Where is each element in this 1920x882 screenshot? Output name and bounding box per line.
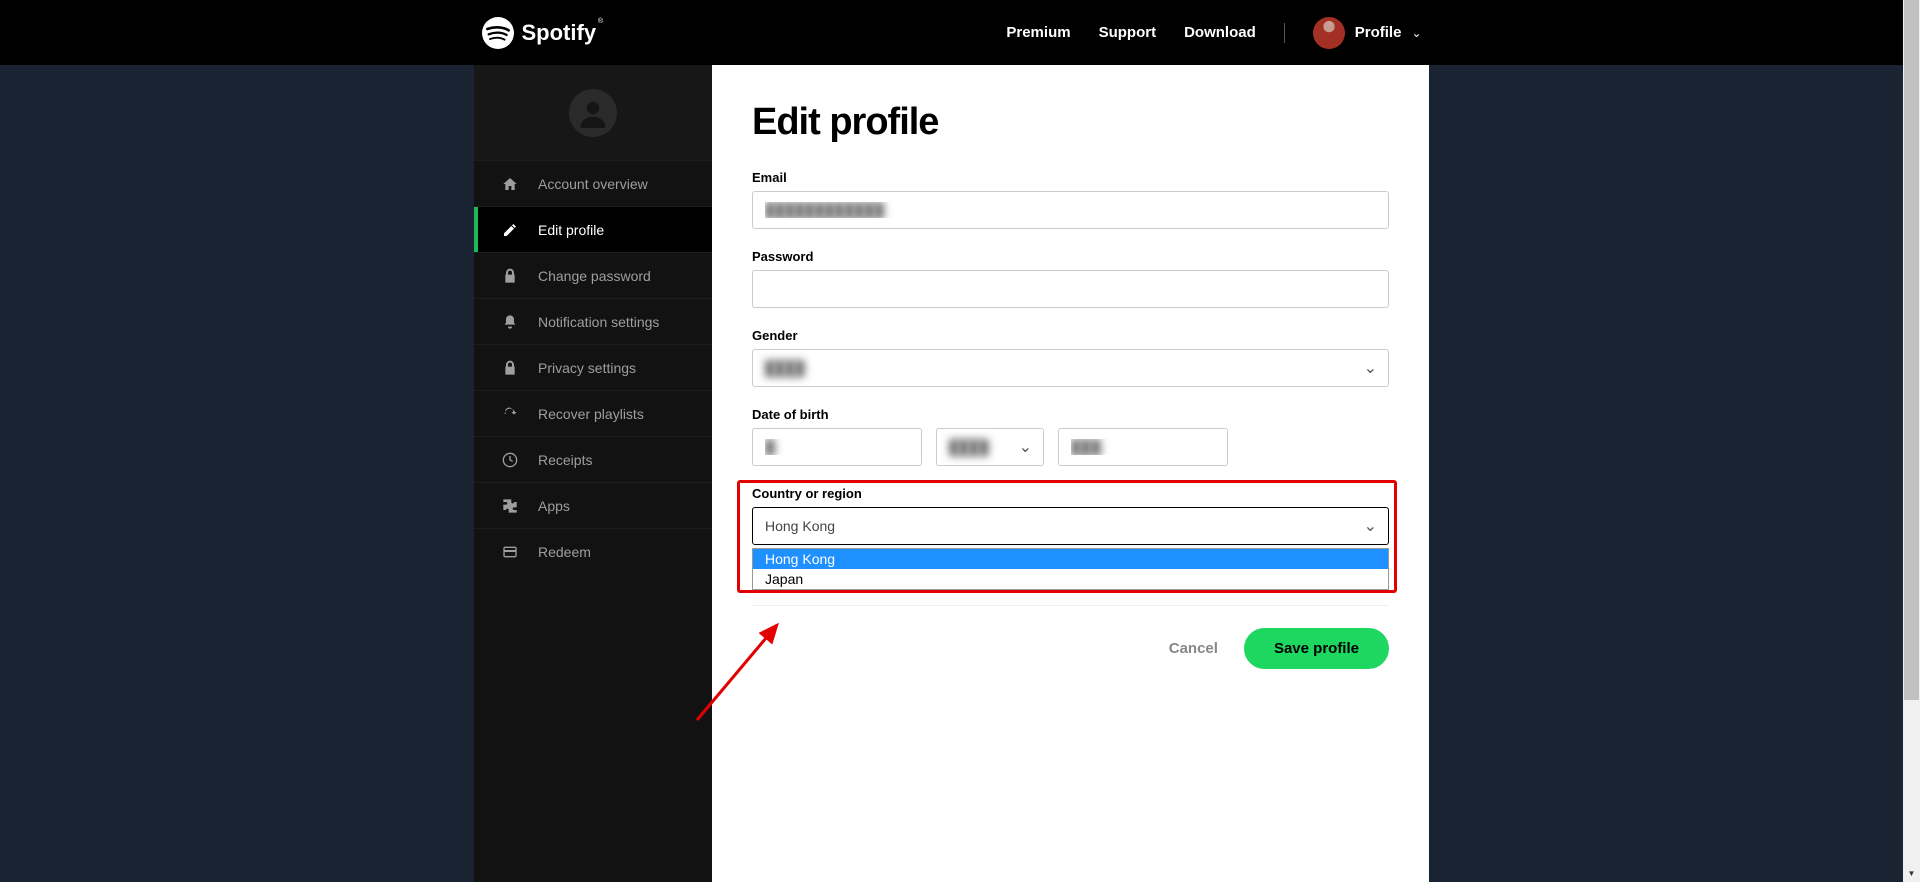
- sidebar-item-change-password[interactable]: Change password: [474, 252, 712, 298]
- main-content: Edit profile Email Password Gender ████ …: [712, 65, 1429, 882]
- browser-scrollbar-thumb[interactable]: [1904, 0, 1919, 700]
- puzzle-icon: [502, 498, 518, 514]
- brand-name: Spotify: [522, 20, 597, 46]
- country-field-group: Country or region Hong Kong ⌄ Hong Kong …: [752, 486, 1389, 545]
- top-navbar: Spotify Premium Support Download Profile…: [0, 0, 1903, 65]
- sidebar-avatar-area: [474, 65, 712, 160]
- sidebar-item-label: Edit profile: [538, 222, 604, 238]
- sidebar-item-label: Apps: [538, 498, 570, 514]
- avatar: [1313, 17, 1345, 49]
- country-selected-value: Hong Kong: [765, 518, 835, 534]
- lock-icon: [502, 360, 518, 376]
- nav-divider: [1284, 23, 1285, 43]
- nav-premium[interactable]: Premium: [1006, 24, 1070, 41]
- country-select[interactable]: Hong Kong: [752, 507, 1389, 545]
- spotify-logo-icon: [482, 17, 514, 49]
- sidebar-item-label: Privacy settings: [538, 360, 636, 376]
- dob-month-select[interactable]: ████: [936, 428, 1044, 466]
- sidebar-item-redeem[interactable]: Redeem: [474, 528, 712, 574]
- scrollbar-arrow-down-icon[interactable]: ▼: [1903, 865, 1920, 882]
- profile-label: Profile: [1355, 24, 1402, 41]
- dob-year-field[interactable]: [1058, 428, 1228, 466]
- sidebar-item-label: Account overview: [538, 176, 648, 192]
- profile-menu[interactable]: Profile ⌄: [1313, 17, 1422, 49]
- person-icon: [578, 98, 608, 128]
- pencil-icon: [502, 222, 518, 238]
- sidebar-item-label: Notification settings: [538, 314, 659, 330]
- cancel-button[interactable]: Cancel: [1169, 640, 1218, 657]
- password-label: Password: [752, 249, 1389, 264]
- country-option-japan[interactable]: Japan: [753, 569, 1388, 589]
- spotify-logo[interactable]: Spotify: [482, 17, 597, 49]
- sidebar-item-overview[interactable]: Account overview: [474, 160, 712, 206]
- sidebar-item-label: Recover playlists: [538, 406, 644, 422]
- dob-day-field[interactable]: [752, 428, 922, 466]
- refresh-icon: [502, 406, 518, 422]
- country-label: Country or region: [752, 486, 1389, 501]
- nav-support[interactable]: Support: [1099, 24, 1157, 41]
- sidebar-item-recover-playlists[interactable]: Recover playlists: [474, 390, 712, 436]
- page-title: Edit profile: [752, 101, 1389, 144]
- clock-icon: [502, 452, 518, 468]
- sidebar-item-apps[interactable]: Apps: [474, 482, 712, 528]
- form-divider: [752, 605, 1389, 606]
- home-icon: [502, 176, 518, 192]
- country-option-hong-kong[interactable]: Hong Kong: [753, 549, 1388, 569]
- lock-icon: [502, 268, 518, 284]
- email-label: Email: [752, 170, 1389, 185]
- sidebar-item-label: Receipts: [538, 452, 592, 468]
- gender-label: Gender: [752, 328, 1389, 343]
- card-icon: [502, 544, 518, 560]
- password-field[interactable]: [752, 270, 1389, 308]
- dob-label: Date of birth: [752, 407, 1389, 422]
- country-dropdown-panel: Hong Kong Japan: [752, 548, 1389, 590]
- sidebar-avatar-placeholder: [569, 89, 617, 137]
- sidebar-item-label: Redeem: [538, 544, 591, 560]
- save-profile-button[interactable]: Save profile: [1244, 628, 1389, 669]
- sidebar-item-edit-profile[interactable]: Edit profile: [474, 206, 712, 252]
- browser-scrollbar-track[interactable]: [1903, 0, 1920, 882]
- sidebar-item-notification-settings[interactable]: Notification settings: [474, 298, 712, 344]
- gender-select[interactable]: ████: [752, 349, 1389, 387]
- sidebar-item-receipts[interactable]: Receipts: [474, 436, 712, 482]
- account-sidebar: Account overview Edit profile Change pas…: [474, 65, 712, 882]
- email-field[interactable]: [752, 191, 1389, 229]
- sidebar-item-label: Change password: [538, 268, 651, 284]
- sidebar-item-privacy-settings[interactable]: Privacy settings: [474, 344, 712, 390]
- nav-download[interactable]: Download: [1184, 24, 1256, 41]
- chevron-down-icon: ⌄: [1411, 26, 1421, 40]
- bell-icon: [502, 314, 518, 330]
